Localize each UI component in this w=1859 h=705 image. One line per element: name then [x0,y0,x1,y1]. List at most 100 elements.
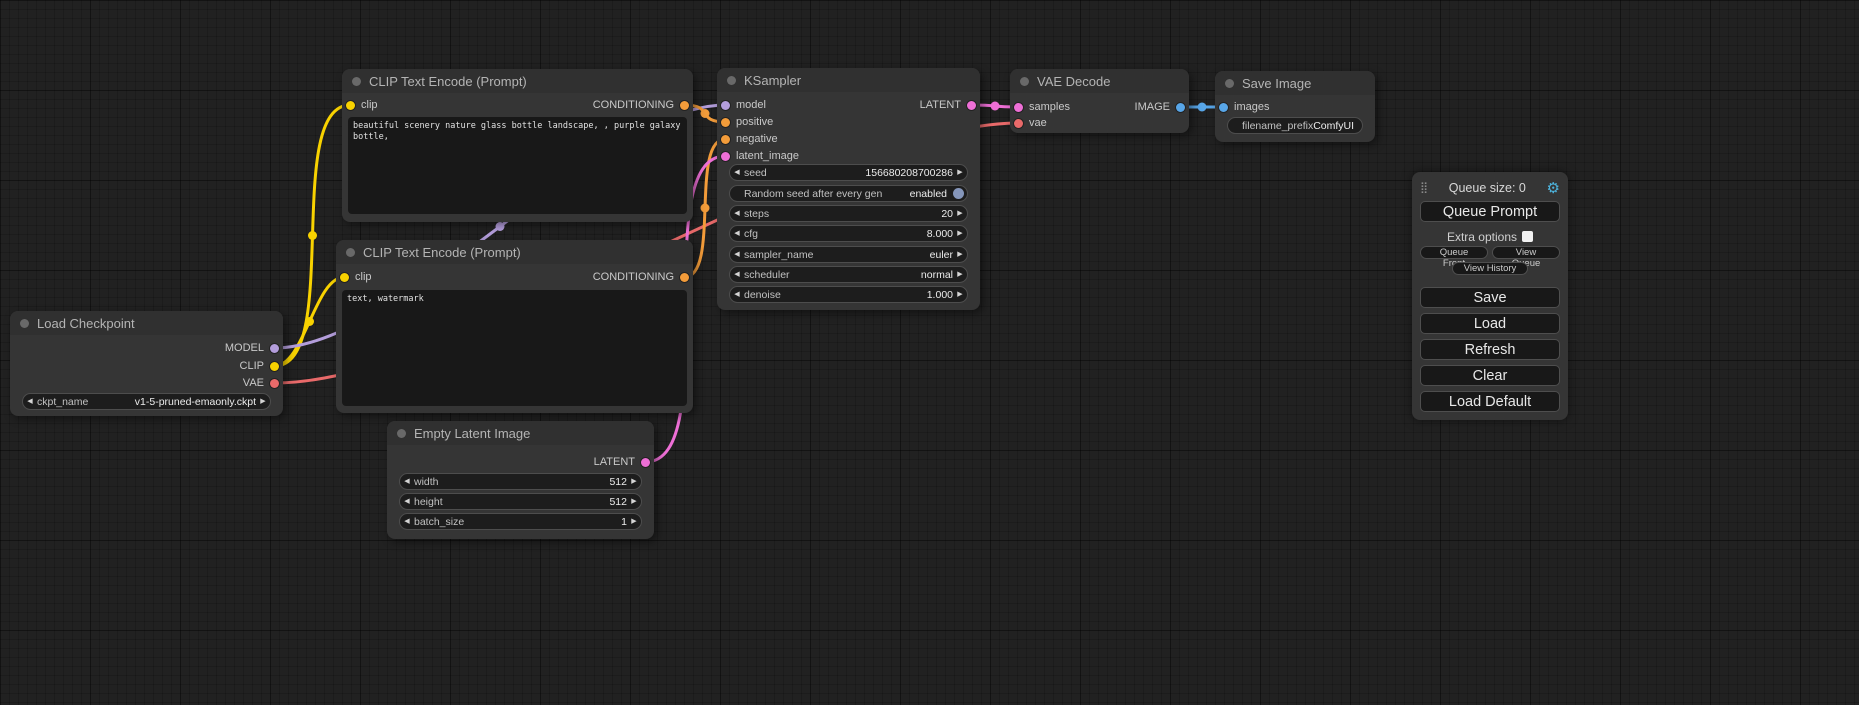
increment-arrow-icon[interactable]: ▶ [256,394,270,409]
input-slot-dot-images[interactable] [1219,103,1228,112]
increment-arrow-icon[interactable]: ▶ [627,474,641,489]
output-slot-label: VAE [243,377,264,389]
node-title-bar[interactable]: Empty Latent Image [387,421,654,445]
decrement-arrow-icon[interactable]: ◀ [400,474,414,489]
ksampler-widget-seed[interactable]: ◀seed156680208700286▶ [729,164,968,181]
load-default-button[interactable]: Load Default [1420,391,1560,412]
input-slot-dot-clip[interactable] [346,101,355,110]
collapse-dot-icon[interactable] [1225,79,1234,88]
node-vae_decode[interactable]: VAE DecodesamplesvaeIMAGE [1010,69,1189,133]
node-empty_latent[interactable]: Empty Latent ImageLATENT◀width512▶◀heigh… [387,421,654,539]
ksampler-input-row-positive: positive [720,115,778,129]
clear-button[interactable]: Clear [1420,365,1560,386]
node-clip2[interactable]: CLIP Text Encode (Prompt)clipCONDITIONIN… [336,240,693,413]
output-slot-dot-LATENT[interactable] [967,101,976,110]
node-title-bar[interactable]: CLIP Text Encode (Prompt) [336,240,693,264]
decrement-arrow-icon[interactable]: ◀ [730,206,744,221]
empty_latent-widget-height[interactable]: ◀height512▶ [399,493,642,510]
toggle-knob[interactable] [953,188,964,199]
input-slot-dot-model[interactable] [721,101,730,110]
view-history-button[interactable]: View History [1452,262,1528,275]
decrement-arrow-icon[interactable]: ◀ [400,514,414,529]
output-slot-label: CONDITIONING [593,99,674,111]
ksampler-widget-sampler_name[interactable]: ◀sampler_nameeuler▶ [729,246,968,263]
input-slot-label: clip [361,99,378,111]
node-title-bar[interactable]: Load Checkpoint [10,311,283,335]
extra-options-checkbox[interactable] [1522,231,1533,242]
collapse-dot-icon[interactable] [20,319,29,328]
ksampler-widget-cfg[interactable]: ◀cfg8.000▶ [729,225,968,242]
drag-handle-icon[interactable]: ⣿ [1420,183,1428,194]
decrement-arrow-icon[interactable]: ◀ [730,247,744,262]
decrement-arrow-icon[interactable]: ◀ [730,287,744,302]
collapse-dot-icon[interactable] [352,77,361,86]
view-queue-button[interactable]: View Queue [1492,246,1560,259]
clip2-output-row-CONDITIONING: CONDITIONING [588,270,690,284]
ksampler-widget-steps[interactable]: ◀steps20▶ [729,205,968,222]
extra-options-label: Extra options [1447,230,1517,244]
node-clip1[interactable]: CLIP Text Encode (Prompt) clip CONDITIONIN… [342,69,693,222]
collapse-dot-icon[interactable] [397,429,406,438]
output-slot-dot-VAE[interactable] [270,379,279,388]
increment-arrow-icon[interactable]: ▶ [627,494,641,509]
output-slot-dot-IMAGE[interactable] [1176,103,1185,112]
clip1-input-row-clip: clip [345,98,383,112]
input-slot-dot-vae[interactable] [1014,119,1023,128]
node-load_checkpoint[interactable]: Load CheckpointMODELCLIPVAE◀ckpt_namev1-… [10,311,283,416]
save_image-widget-filename_prefix[interactable]: filename_prefixComfyUI [1227,117,1363,134]
node-title-bar[interactable]: VAE Decode [1010,69,1189,93]
node-ksampler[interactable]: KSamplermodelpositivenegativelatent_imag… [717,68,980,310]
load-button[interactable]: Load [1420,313,1560,334]
input-slot-dot-negative[interactable] [721,135,730,144]
ksampler-widget-random-seed-after-every-gen[interactable]: Random seed after every genenabled [729,185,968,202]
input-slot-dot-samples[interactable] [1014,103,1023,112]
decrement-arrow-icon[interactable]: ◀ [400,494,414,509]
link-midpoint-dot[interactable] [305,317,314,326]
collapse-dot-icon[interactable] [727,76,736,85]
decrement-arrow-icon[interactable]: ◀ [730,267,744,282]
save-button[interactable]: Save [1420,287,1560,308]
decrement-arrow-icon[interactable]: ◀ [23,394,37,409]
input-slot-dot-clip[interactable] [340,273,349,282]
node-title-bar[interactable]: CLIP Text Encode (Prompt) [342,69,693,93]
queue-prompt-button[interactable]: Queue Prompt [1420,201,1560,222]
ksampler-widget-denoise[interactable]: ◀denoise1.000▶ [729,286,968,303]
output-slot-dot-CONDITIONING[interactable] [680,273,689,282]
clip1-prompt-textarea[interactable]: beautiful scenery nature glass bottle la… [348,117,687,214]
input-slot-dot-latent_image[interactable] [721,152,730,161]
increment-arrow-icon[interactable]: ▶ [953,226,967,241]
node-title-bar[interactable]: Save Image [1215,71,1375,95]
ksampler-widget-scheduler[interactable]: ◀schedulernormal▶ [729,266,968,283]
settings-gear-icon[interactable]: ⚙ [1547,181,1560,196]
input-slot-dot-positive[interactable] [721,118,730,127]
increment-arrow-icon[interactable]: ▶ [953,287,967,302]
node-title-bar[interactable]: KSampler [717,68,980,92]
increment-arrow-icon[interactable]: ▶ [953,165,967,180]
collapse-dot-icon[interactable] [1020,77,1029,86]
queue-front-button[interactable]: Queue Front [1420,246,1488,259]
increment-arrow-icon[interactable]: ▶ [953,247,967,262]
empty_latent-widget-width[interactable]: ◀width512▶ [399,473,642,490]
link-midpoint-dot[interactable] [1198,103,1207,112]
graph-canvas[interactable]: CLIP Text Encode (Prompt) clip CONDITIONIN… [0,0,1859,705]
clip2-prompt-textarea[interactable]: text, watermark [342,290,687,406]
link-midpoint-dot[interactable] [701,204,710,213]
increment-arrow-icon[interactable]: ▶ [953,267,967,282]
decrement-arrow-icon[interactable]: ◀ [730,226,744,241]
load_checkpoint-widget-ckpt_name[interactable]: ◀ckpt_namev1-5-pruned-emaonly.ckpt▶ [22,393,271,410]
increment-arrow-icon[interactable]: ▶ [953,206,967,221]
decrement-arrow-icon[interactable]: ◀ [730,165,744,180]
refresh-button[interactable]: Refresh [1420,339,1560,360]
output-slot-dot-LATENT[interactable] [641,458,650,467]
link-midpoint-dot[interactable] [308,231,317,240]
link-midpoint-dot[interactable] [991,102,1000,111]
link-midpoint-dot[interactable] [701,109,710,118]
link-midpoint-dot[interactable] [496,222,505,231]
output-slot-dot-MODEL[interactable] [270,344,279,353]
output-slot-dot-CLIP[interactable] [270,362,279,371]
collapse-dot-icon[interactable] [346,248,355,257]
increment-arrow-icon[interactable]: ▶ [627,514,641,529]
empty_latent-widget-batch_size[interactable]: ◀batch_size1▶ [399,513,642,530]
output-slot-dot-CONDITIONING[interactable] [680,101,689,110]
node-save_image[interactable]: Save Imageimagesfilename_prefixComfyUI [1215,71,1375,142]
